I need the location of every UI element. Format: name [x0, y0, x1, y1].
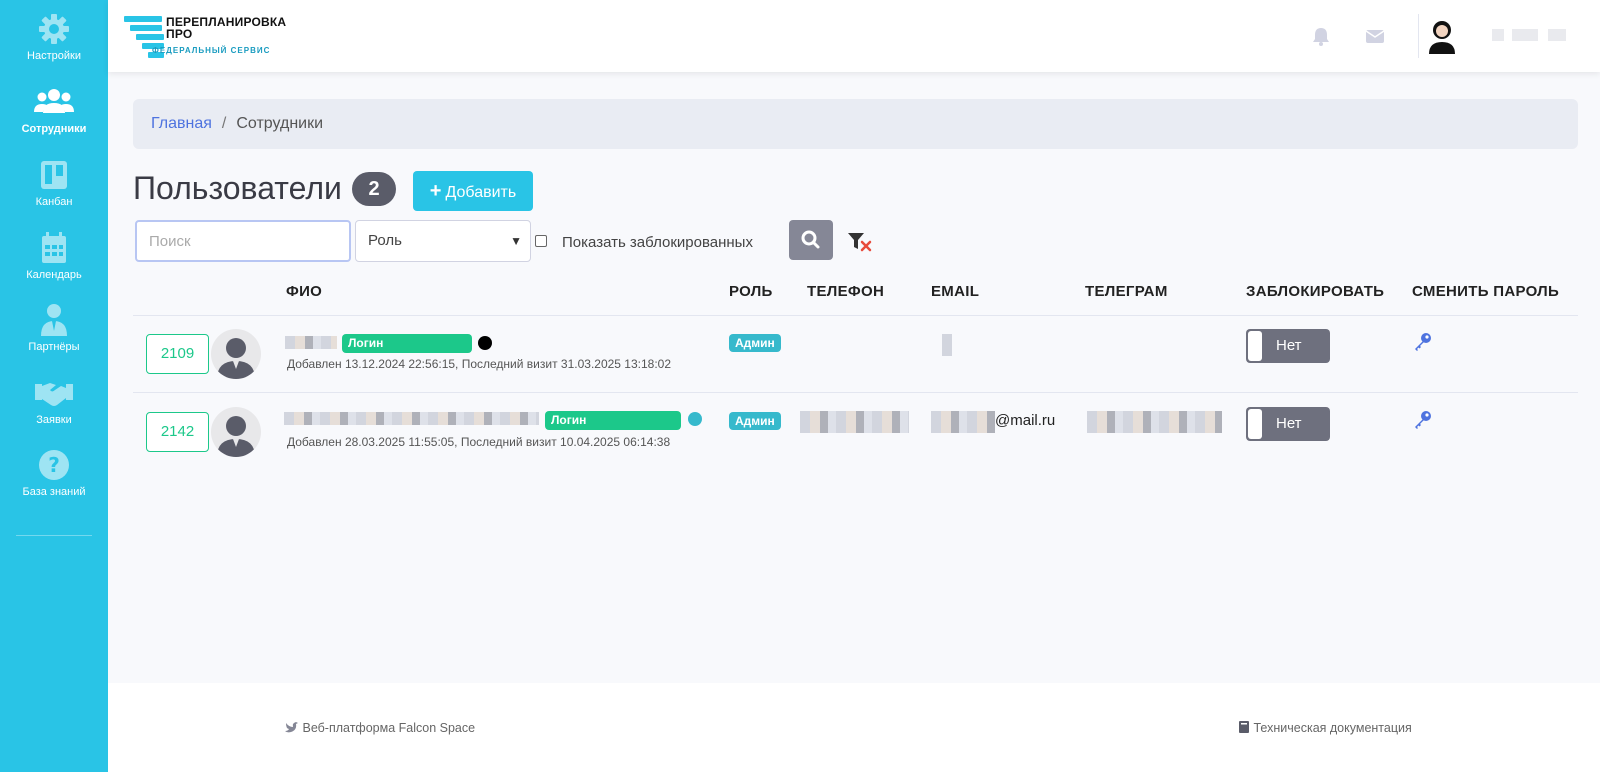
add-user-button[interactable]: + Добавить: [413, 171, 533, 211]
user-avatar-icon[interactable]: [1426, 18, 1458, 54]
row-divider: [133, 315, 1578, 316]
login-badge: Логин: [342, 334, 472, 353]
header-divider: [1418, 14, 1419, 58]
svg-text:?: ?: [48, 453, 60, 477]
user-name-redacted: [285, 336, 337, 349]
user-name-redacted: [284, 412, 539, 425]
block-toggle-label: Нет: [1276, 337, 1302, 354]
logo[interactable]: ПЕРЕПЛАНИРОВКА ПРО ФЕДЕРАЛЬНЫЙ СЕРВИС: [124, 14, 294, 60]
sidebar-item-calendar[interactable]: Календарь: [0, 231, 108, 281]
email-redacted: [931, 411, 995, 433]
block-toggle[interactable]: Нет: [1246, 407, 1330, 441]
search-input[interactable]: [135, 220, 351, 262]
page-title: Пользователи: [133, 170, 342, 206]
footer-platform-link[interactable]: Веб-платформа Falcon Space: [285, 721, 475, 735]
show-blocked-checkbox[interactable]: [535, 235, 547, 247]
user-meta: Добавлен 28.03.2025 11:55:05, Последний …: [287, 435, 671, 449]
row-divider: [133, 392, 1578, 393]
logo-title: ПЕРЕПЛАНИРОВКА ПРО: [166, 15, 287, 41]
chevron-down-icon: ▼: [510, 234, 522, 248]
sidebar-item-knowledge-base[interactable]: ? База знаний: [0, 448, 108, 498]
kanban-icon: [34, 158, 74, 192]
footer-docs-link[interactable]: Техническая документация: [1238, 721, 1412, 735]
partner-icon: [34, 303, 74, 337]
add-user-label: Добавить: [445, 184, 517, 201]
bell-icon[interactable]: [1311, 26, 1331, 46]
column-header-name: ФИО: [286, 283, 323, 300]
breadcrumb: Главная / Сотрудники: [133, 99, 1578, 149]
sidebar-item-settings[interactable]: Настройки: [0, 12, 108, 62]
user-meta: Добавлен 13.12.2024 22:56:15, Последний …: [287, 357, 672, 371]
sidebar-item-label: Сотрудники: [21, 123, 87, 135]
sidebar-item-kanban[interactable]: Канбан: [0, 158, 108, 208]
envelope-icon[interactable]: [1365, 26, 1385, 46]
bird-icon: [285, 721, 302, 735]
user-id-button[interactable]: 2109: [146, 334, 209, 374]
book-icon: [1238, 721, 1253, 735]
block-toggle[interactable]: Нет: [1246, 329, 1330, 363]
clear-filter-icon[interactable]: [848, 232, 872, 252]
column-header-block: ЗАБЛОКИРОВАТЬ: [1246, 283, 1385, 300]
sidebar: Настройки Сотрудники Канбан Календарь Па…: [0, 0, 108, 772]
user-name-redacted: [1548, 29, 1566, 41]
user-name-redacted: [1492, 29, 1504, 41]
sidebar-item-label: Партнёры: [28, 341, 80, 353]
sidebar-item-label: Канбан: [35, 196, 73, 208]
breadcrumb-home-link[interactable]: Главная: [151, 115, 212, 132]
sidebar-item-label: Календарь: [26, 269, 82, 281]
login-badge: Логин: [545, 411, 681, 430]
footer: Веб-платформа Falcon Space Техническая д…: [108, 683, 1600, 772]
phone-redacted: [800, 411, 909, 433]
user-name-redacted: [1512, 29, 1538, 41]
sidebar-item-label: Заявки: [36, 414, 72, 426]
gear-icon: [34, 12, 74, 46]
status-dot: [688, 412, 702, 426]
status-dot: [478, 336, 492, 350]
user-avatar[interactable]: [211, 407, 261, 457]
role-badge: Админ: [729, 412, 781, 430]
logo-subtitle: ФЕДЕРАЛЬНЫЙ СЕРВИС: [152, 46, 271, 55]
column-header-phone: ТЕЛЕФОН: [807, 283, 885, 300]
breadcrumb-separator: /: [221, 115, 227, 132]
sidebar-item-label: Настройки: [27, 50, 81, 62]
role-select-value: Роль: [368, 232, 402, 249]
column-header-change-password: СМЕНИТЬ ПАРОЛЬ: [1412, 283, 1560, 300]
email-redacted: [942, 334, 952, 356]
breadcrumb-current: Сотрудники: [236, 115, 324, 132]
role-badge: Админ: [729, 334, 781, 352]
column-header-telegram: ТЕЛЕГРАМ: [1085, 283, 1168, 300]
sidebar-item-partners[interactable]: Партнёры: [0, 303, 108, 353]
key-icon[interactable]: [1413, 332, 1433, 352]
sidebar-item-employees[interactable]: Сотрудники: [0, 85, 108, 135]
show-blocked-label: Показать заблокированных: [562, 234, 753, 251]
topbar: ПЕРЕПЛАНИРОВКА ПРО ФЕДЕРАЛЬНЫЙ СЕРВИС: [108, 0, 1600, 72]
search-icon: [801, 230, 820, 249]
handshake-icon: [34, 376, 74, 410]
toggle-knob: [1248, 409, 1262, 439]
telegram-redacted: [1087, 411, 1222, 433]
users-icon: [34, 85, 74, 119]
users-count-badge: 2: [352, 172, 396, 206]
key-icon[interactable]: [1413, 410, 1433, 430]
search-button[interactable]: [789, 220, 833, 260]
toggle-knob: [1248, 331, 1262, 361]
sidebar-item-requests[interactable]: Заявки: [0, 376, 108, 426]
calendar-icon: [34, 231, 74, 265]
question-icon: ?: [34, 448, 74, 482]
email-suffix: @mail.ru: [995, 412, 1056, 429]
sidebar-item-label: База знаний: [22, 486, 86, 498]
plus-icon: +: [429, 180, 442, 202]
user-id-button[interactable]: 2142: [146, 412, 209, 452]
column-header-email: EMAIL: [931, 283, 980, 300]
role-select[interactable]: Роль ▼: [355, 220, 531, 262]
user-avatar[interactable]: [211, 329, 261, 379]
block-toggle-label: Нет: [1276, 415, 1302, 432]
sidebar-divider: [16, 535, 92, 536]
column-header-role: РОЛЬ: [729, 283, 773, 300]
